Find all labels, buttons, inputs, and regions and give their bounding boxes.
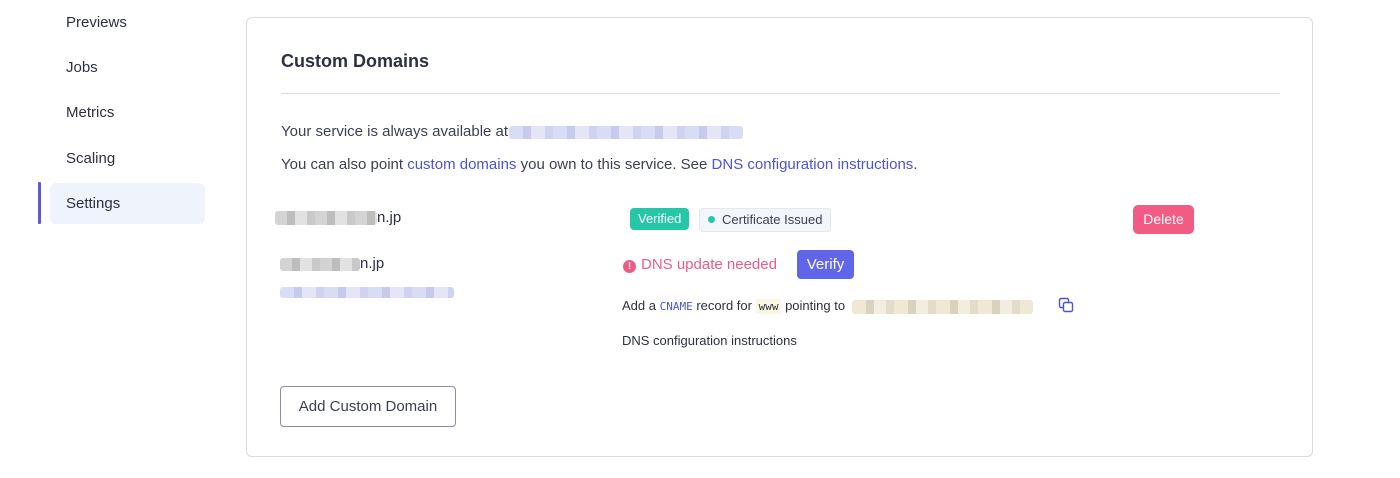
custom-domains-card: Custom Domains Your service is always av… [246,17,1313,457]
title-divider [281,93,1280,94]
cname-instruction: Add a CNAME record for www pointing to [622,298,1033,314]
copy-icon[interactable] [1058,297,1074,313]
sidebar-item-scaling[interactable]: Scaling [50,138,205,179]
add-custom-domain-button[interactable]: Add Custom Domain [280,386,456,427]
custom-domains-info: You can also point custom domains you ow… [281,156,917,173]
redacted-cname-target [851,299,1033,314]
redacted-domain [280,257,360,271]
status-dot-icon [708,216,715,223]
certificate-badge: Certificate Issued [699,208,832,232]
sidebar-item-jobs[interactable]: Jobs [50,47,205,88]
delete-domain-button[interactable]: Delete [1133,205,1194,234]
info-prefix: You can also point [281,156,408,173]
sidebar-active-indicator [38,182,41,224]
dns-warning: ! DNS update needed [623,256,777,273]
cname-host: www [755,299,782,314]
verified-badge: Verified [630,208,690,230]
sidebar-item-previews[interactable]: Previews [50,2,205,43]
record-type: CNAME [659,300,693,313]
redacted-service-url [509,125,744,139]
info-middle: you own to this service. See [516,156,712,173]
domain-name-1: n.jp [275,209,401,226]
redacted-domain-subtitle [280,284,454,302]
verify-domain-button[interactable]: Verify [797,250,854,279]
dns-configuration-instructions[interactable]: DNS configuration instructions [622,333,797,348]
info-suffix: . [913,156,918,173]
availability-text: Your service is always available at [281,123,744,140]
domain-name-2: n.jp [280,255,384,272]
exclamation-circle-icon: ! [623,260,636,273]
dns-instructions-link[interactable]: DNS configuration instructions [712,156,914,173]
redacted-domain [275,211,377,226]
card-title: Custom Domains [281,51,430,71]
sidebar-nav: Previews Jobs Metrics Scaling Settings [0,0,230,478]
sidebar-item-settings[interactable]: Settings [50,183,205,224]
availability-prefix: Your service is always available at [281,123,509,140]
sidebar-item-metrics[interactable]: Metrics [50,92,205,133]
custom-domains-link[interactable]: custom domains [407,156,516,173]
